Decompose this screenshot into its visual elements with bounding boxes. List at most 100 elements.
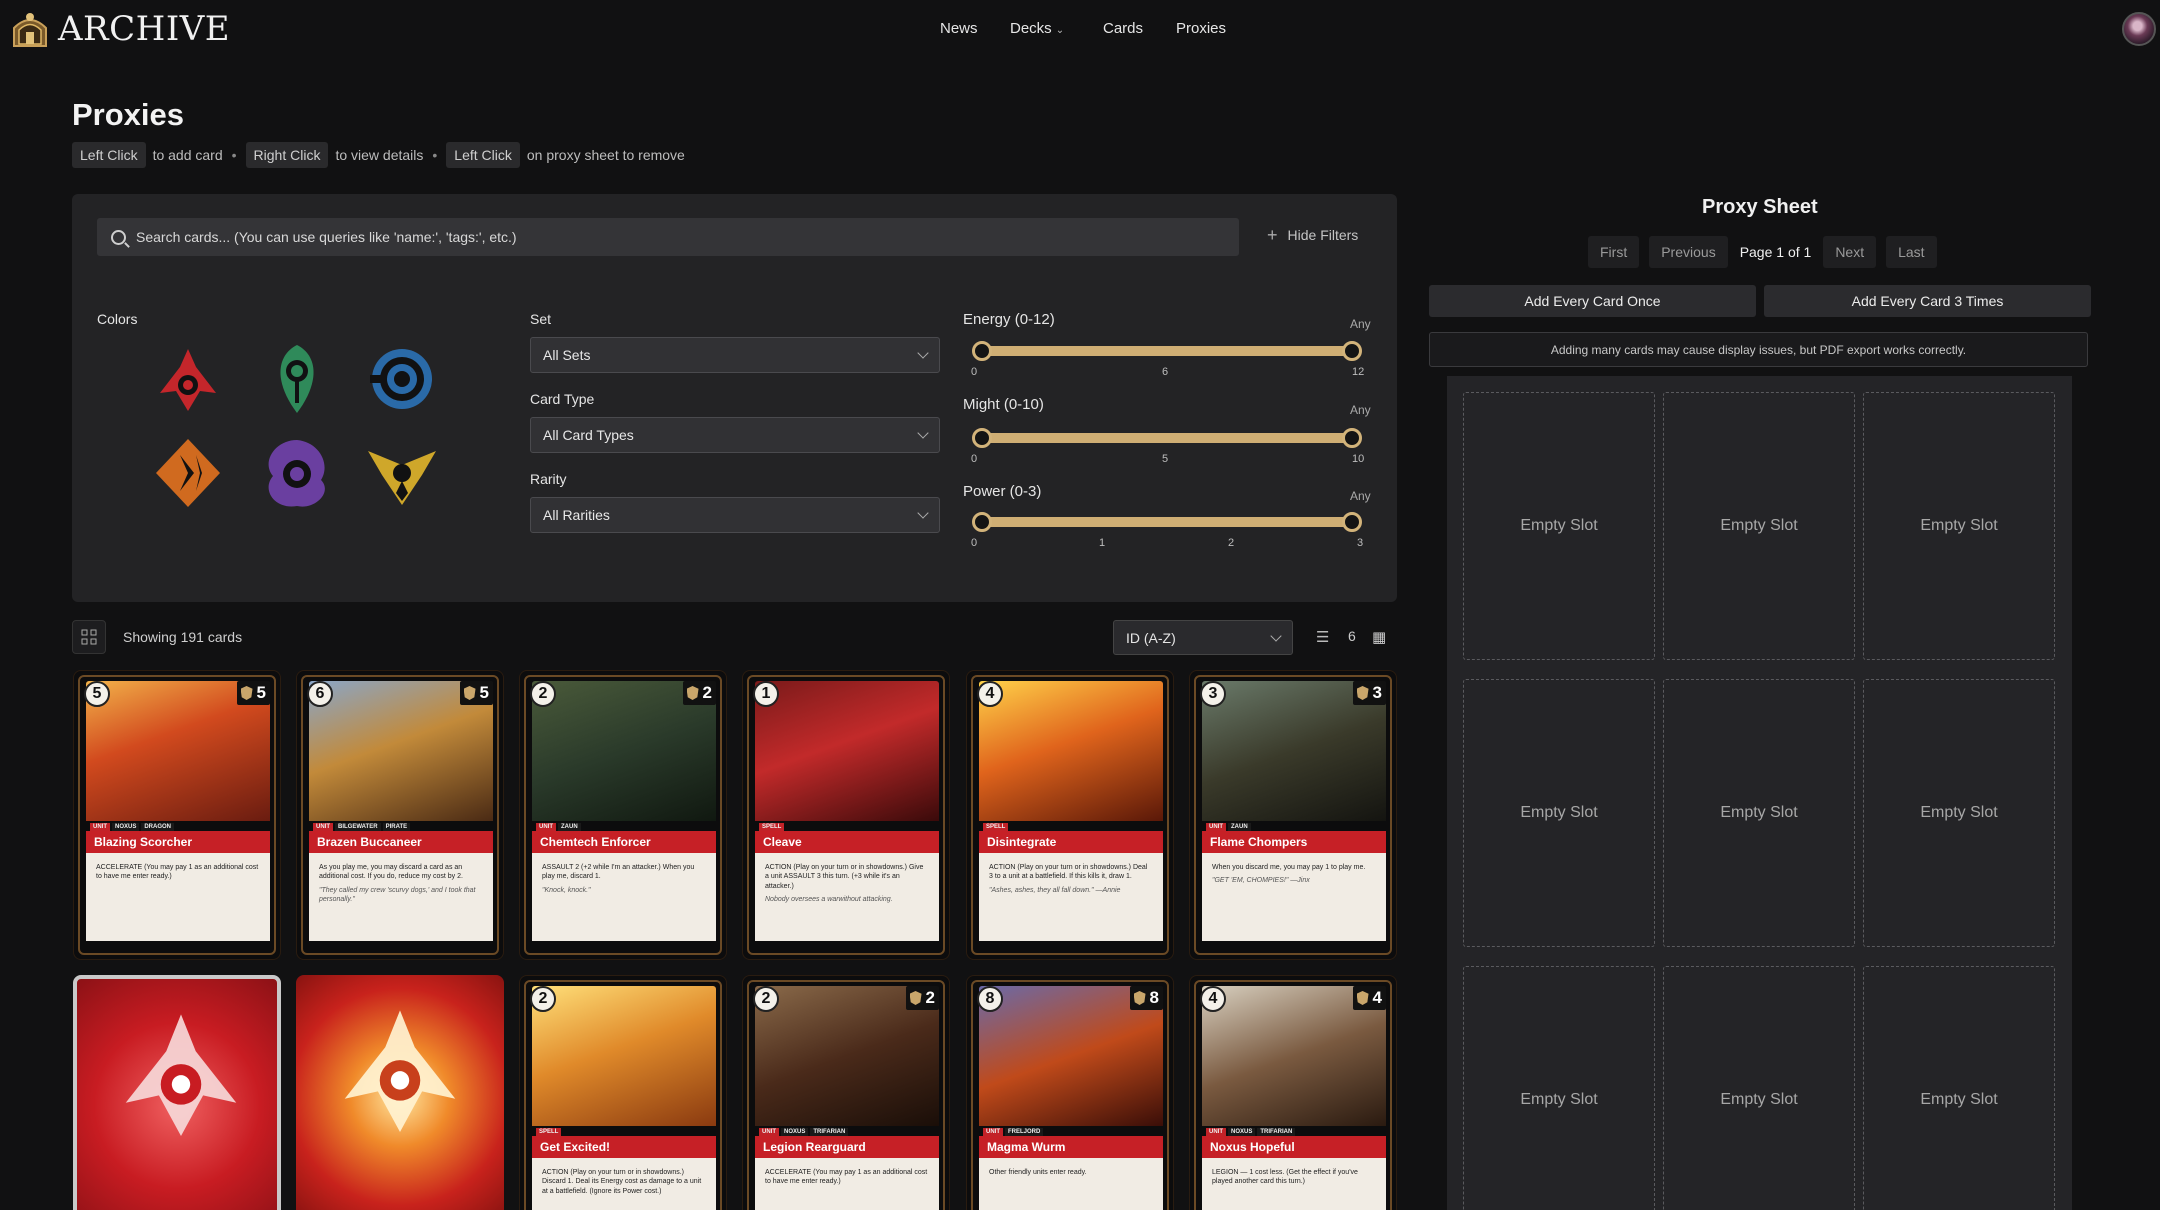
chevron-down-icon: ⌄ — [1055, 25, 1065, 36]
proxy-empty-slot[interactable]: Empty Slot — [1663, 966, 1855, 1210]
card-tile[interactable]: 2 SPELL Get Excited! ACTION (Play on you… — [519, 975, 727, 1210]
top-navigation: ARCHIVE News Decks ⌄ Cards Proxies — [0, 0, 2160, 60]
calm-color-icon[interactable] — [259, 341, 335, 417]
proxy-sheet: Empty Slot Empty Slot Empty Slot Empty Slot… — [1447, 376, 2072, 1210]
fury-color-icon[interactable] — [150, 343, 226, 419]
card-tag: NOXUS — [112, 823, 140, 831]
card-tile[interactable]: Fury Rune — [73, 975, 281, 1210]
card-cost: 4 — [977, 681, 1003, 707]
columns-count[interactable]: 6 — [1348, 628, 1356, 644]
card-cost: 6 — [307, 681, 333, 707]
energy-max-handle[interactable] — [1342, 341, 1362, 361]
card-text: When you discard me, you may pay 1 to pl… — [1212, 864, 1366, 871]
energy-min-handle[interactable] — [972, 341, 992, 361]
set-select[interactable]: All Sets — [530, 337, 940, 373]
set-label: Set — [530, 311, 552, 327]
card-tile[interactable]: 3 3 UNIT ZAUN Flame Chompers When you dis… — [1189, 670, 1397, 960]
first-page-button[interactable]: First — [1588, 236, 1640, 268]
grid-view-icon[interactable]: ▦ — [1372, 628, 1386, 646]
order-color-icon[interactable] — [364, 435, 440, 511]
user-avatar[interactable] — [2122, 12, 2156, 46]
might-slider[interactable] — [972, 428, 1362, 448]
card-rules-text: ACTION (Play on your turn or in showdown… — [532, 1158, 716, 1210]
card-tile[interactable]: 1 SPELL Cleave ACTION (Play on your turn… — [742, 670, 950, 960]
colors-label: Colors — [97, 311, 138, 327]
card-name: Noxus Hopeful — [1202, 1136, 1386, 1158]
card-name: Disintegrate — [979, 831, 1163, 853]
proxy-empty-slot[interactable]: Empty Slot — [1863, 966, 2055, 1210]
add-every-card-once-button[interactable]: Add Every Card Once — [1429, 285, 1756, 317]
mind-color-icon[interactable] — [364, 341, 440, 417]
last-page-button[interactable]: Last — [1886, 236, 1937, 268]
previous-page-button[interactable]: Previous — [1649, 236, 1728, 268]
sort-select[interactable]: ID (A-Z) — [1113, 620, 1293, 655]
might-max-handle[interactable] — [1342, 428, 1362, 448]
power-label: Power (0-3) — [963, 483, 1042, 500]
hide-filters-button[interactable]: + Hide Filters — [1267, 226, 1358, 244]
search-placeholder: Search cards... (You can use queries lik… — [136, 229, 517, 245]
card-tag: PIRATE — [382, 823, 411, 831]
card-cost: 2 — [530, 681, 556, 707]
card-rules-text: ACTION (Play on your turn or in showdown… — [979, 853, 1163, 941]
might-tick: 10 — [1352, 453, 1365, 465]
might-min-handle[interactable] — [972, 428, 992, 448]
card-rules-text: LEGION — 1 cost less. (Get the effect if… — [1202, 1158, 1386, 1210]
fury-rune-icon — [344, 1010, 456, 1132]
card-tile[interactable]: 4 4 UNIT NOXUS TRIFARIAN Noxus Hopeful LEG… — [1189, 975, 1397, 1210]
card-tile[interactable]: 6 5 UNIT BILGEWATER PIRATE Brazen Buccanee… — [296, 670, 504, 960]
proxy-empty-slot[interactable]: Empty Slot — [1863, 392, 2055, 660]
card-tag: BILGEWATER — [335, 823, 381, 831]
rarity-select[interactable]: All Rarities — [530, 497, 940, 533]
card-tile[interactable]: 4 SPELL Disintegrate ACTION (Play on you… — [966, 670, 1174, 960]
nav-cards[interactable]: Cards — [1103, 18, 1143, 39]
hint-separator: • — [231, 147, 237, 163]
body-color-icon[interactable] — [150, 435, 226, 511]
nav-decks[interactable]: Decks ⌄ — [1010, 18, 1064, 39]
chaos-color-icon[interactable] — [259, 436, 335, 512]
card-type-select[interactable]: All Card Types — [530, 417, 940, 453]
card-rules-text: ACCELERATE (You may pay 1 as an addition… — [755, 1158, 939, 1210]
card-art — [979, 681, 1163, 821]
page-title: Proxies — [72, 97, 185, 132]
power-max-handle[interactable] — [1342, 512, 1362, 532]
hint-key: Left Click — [446, 142, 520, 168]
grid-view-toggle[interactable] — [72, 620, 106, 654]
card-tile[interactable]: Fury Rune — [296, 975, 504, 1210]
power-slider[interactable] — [972, 512, 1362, 532]
card-type-value: All Card Types — [543, 427, 634, 443]
search-input[interactable]: Search cards... (You can use queries lik… — [97, 218, 1239, 256]
card-cost: 4 — [1200, 986, 1226, 1012]
card-tag: NOXUS — [781, 1128, 809, 1136]
card-text: ASSAULT 2 (+2 while I'm an attacker.) Wh… — [542, 864, 695, 881]
card-rules-text: ACCELERATE (You may pay 1 as an addition… — [86, 853, 270, 941]
hint-text: on proxy sheet to remove — [526, 147, 685, 163]
add-every-card-3-times-button[interactable]: Add Every Card 3 Times — [1764, 285, 2091, 317]
proxy-empty-slot[interactable]: Empty Slot — [1463, 679, 1655, 947]
proxy-empty-slot[interactable]: Empty Slot — [1463, 392, 1655, 660]
energy-slider[interactable] — [972, 341, 1362, 361]
list-view-icon[interactable]: ☰ — [1316, 628, 1329, 646]
card-tile[interactable]: 2 2 UNIT ZAUN Chemtech Enforcer ASSAULT 2… — [519, 670, 727, 960]
card-type-label: Card Type — [530, 391, 595, 407]
card-flavor: "They called my crew 'scurvy dogs,' and … — [319, 886, 476, 904]
power-tick: 1 — [1099, 537, 1106, 549]
card-tile[interactable]: 2 2 UNIT NOXUS TRIFARIAN Legion Rearguard … — [742, 975, 950, 1210]
next-page-button[interactable]: Next — [1823, 236, 1877, 268]
proxy-empty-slot[interactable]: Empty Slot — [1463, 966, 1655, 1210]
nav-proxies[interactable]: Proxies — [1176, 18, 1226, 39]
card-tag: TRIFARIAN — [810, 1128, 849, 1136]
logo[interactable]: ARCHIVE — [8, 8, 230, 50]
card-tag: ZAUN — [558, 823, 581, 831]
proxy-empty-slot[interactable]: Empty Slot — [1663, 392, 1855, 660]
proxy-empty-slot[interactable]: Empty Slot — [1863, 679, 2055, 947]
card-rules-text: ACTION (Play on your turn or in showdown… — [755, 853, 939, 941]
card-text: ACCELERATE (You may pay 1 as an addition… — [96, 864, 259, 881]
card-tile[interactable]: 8 8 UNIT FRELJORD Magma Wurm Other friend… — [966, 975, 1174, 1210]
card-tags: UNIT NOXUS DRAGON — [90, 823, 175, 831]
card-tags: UNIT NOXUS TRIFARIAN — [1206, 1128, 1296, 1136]
card-tile[interactable]: 5 5 UNIT NOXUS DRAGON Blazing Scorcher ACC… — [73, 670, 281, 960]
nav-news[interactable]: News — [940, 18, 978, 39]
card-name: Brazen Buccaneer — [309, 831, 493, 853]
power-min-handle[interactable] — [972, 512, 992, 532]
proxy-empty-slot[interactable]: Empty Slot — [1663, 679, 1855, 947]
